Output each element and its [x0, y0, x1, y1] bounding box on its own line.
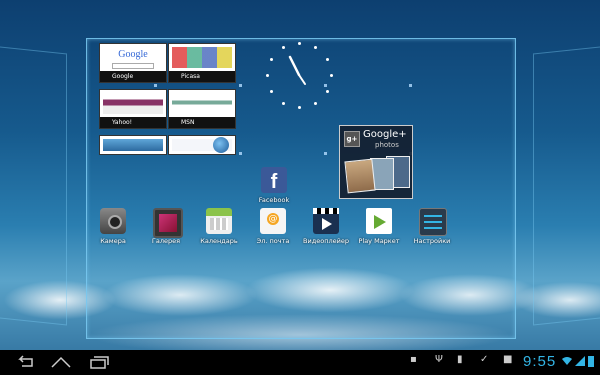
app-label: Камера: [100, 237, 126, 245]
sd-card-icon: ▮: [457, 354, 463, 365]
download-complete-icon: ✓: [480, 354, 489, 365]
camera-icon: [100, 208, 126, 234]
recent-apps-icon: [90, 356, 109, 369]
app-label: Видеоплейер: [303, 237, 349, 245]
bookmark-item-5[interactable]: [99, 135, 167, 155]
usb-icon: Ψ: [435, 354, 443, 365]
signal-icon: [575, 356, 585, 369]
app-label: Play Маркет: [358, 237, 400, 245]
widget-subtitle: photos: [375, 141, 399, 149]
bookmark-item-6[interactable]: [168, 135, 236, 155]
back-button[interactable]: [12, 355, 38, 370]
globe-icon: [213, 137, 229, 153]
google-plus-badge-icon: g+: [344, 131, 360, 147]
google-logo: Google: [118, 49, 148, 60]
right-homescreen-panel[interactable]: [533, 46, 600, 326]
email-icon: @: [260, 208, 286, 234]
bookmark-yahoo[interactable]: Yahoo!: [99, 89, 167, 129]
back-icon: [18, 355, 33, 367]
home-button[interactable]: [48, 355, 74, 370]
app-label: Галерея: [151, 237, 181, 245]
bookmark-picasa[interactable]: Picasa: [168, 43, 236, 83]
battery-icon: [588, 355, 594, 370]
bookmark-msn[interactable]: MSN: [168, 89, 236, 129]
calendar-icon: [206, 208, 232, 234]
play-market-icon: [366, 208, 392, 234]
google-plus-photos-widget[interactable]: g+ Google+ photos: [339, 125, 413, 199]
bookmark-label: Picasa: [169, 71, 235, 82]
app-label: Календарь: [200, 237, 238, 245]
app-label: Настройки: [413, 237, 451, 245]
video-player-icon: [313, 208, 339, 234]
home-icon: [51, 356, 71, 368]
bookmark-label: Google: [100, 71, 166, 82]
bookmark-label: Yahoo!: [100, 117, 166, 128]
bookmark-label: MSN: [169, 117, 235, 128]
system-bar: ▪ Ψ ▮ ✓ ■ 9:55: [0, 350, 600, 375]
wifi-icon: [561, 356, 573, 369]
widget-title: Google+: [363, 129, 407, 140]
android-debug-icon: ▪: [410, 354, 417, 365]
app-label: Эл. почта: [256, 237, 290, 245]
settings-icon: [419, 208, 447, 236]
briefcase-icon: ■: [503, 354, 513, 365]
recent-apps-button[interactable]: [86, 355, 112, 370]
analog-clock-widget[interactable]: [266, 42, 333, 109]
facebook-icon: f: [261, 167, 287, 193]
clock-hands: [288, 55, 306, 85]
clock-time[interactable]: 9:55: [523, 353, 556, 370]
gallery-icon: [153, 208, 183, 238]
facebook-label: Facebook: [258, 196, 290, 204]
bookmark-google[interactable]: Google Google: [99, 43, 167, 83]
left-homescreen-panel[interactable]: [0, 46, 67, 326]
